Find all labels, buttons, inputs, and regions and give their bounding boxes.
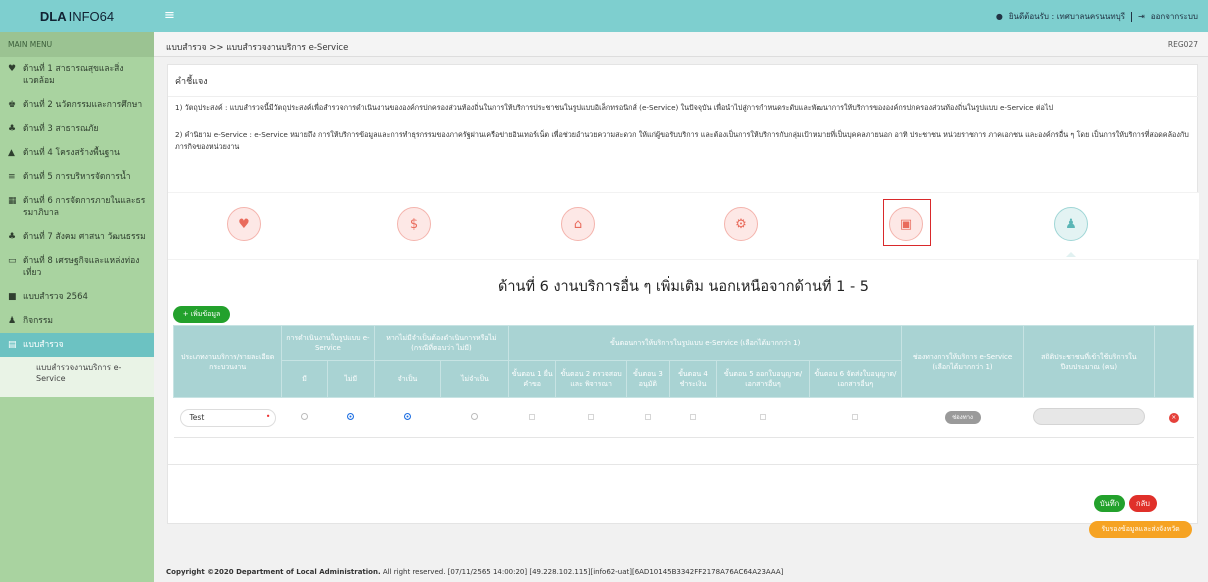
description-definition: 2) คำนิยาม e-Service : e-Service หมายถึง… [175,130,1189,151]
sidebar-item-survey[interactable]: ▤ แบบสำรวจ [0,333,154,357]
radio-no-need[interactable] [471,413,479,420]
save-button[interactable]: บันทึก [1094,495,1125,512]
user-area: ● ยินดีต้อนรับ : เทศบาลนครนนทบุรี ⇥ ออกจ… [996,10,1198,23]
step-person-icon[interactable]: ♟ [1054,207,1088,241]
col-step-1: ขั้นตอน 1 ยื่นคำขอ [508,360,557,398]
description-title: คำชี้แจง [175,77,208,87]
service-name-input[interactable]: Test • [179,408,276,427]
step-money-icon[interactable]: $ [397,207,431,241]
col-if-not: หากไม่มีจำเป็นต้องดำเนินการหรือไม่ (กรณี… [373,325,510,361]
radio-have[interactable] [301,413,309,420]
sidebar-item-7[interactable]: ♣ ด้านที่ 7 สังคม ศาสนา วัฒนธรรม [0,225,154,249]
description-objective: 1) วัตถุประสงค์ : แบบสำรวจนี้มีวัตถุประส… [168,96,1199,114]
step-settings-icon[interactable]: ⚙ [724,207,758,241]
sidebar-item-2[interactable]: ♚ ด้านที่ 2 นวัตกรรมและการศึกษา [0,93,154,117]
form-panel: คำชี้แจง 1) วัตถุประสงค์ : แบบสำรวจนี้มี… [167,64,1199,538]
sidebar-item-1[interactable]: ♥ ด้านที่ 1 สาธารณสุขและสิ่งแวดล้อม [0,57,154,93]
sidebar-item-6[interactable]: ▦ ด้านที่ 6 การจัดการภายในและธรรมาภิบาล [0,189,154,225]
app-logo[interactable]: DLA INFO64 [0,0,154,32]
sidebar-item-survey-2564[interactable]: ■ แบบสำรวจ 2564 [0,285,154,309]
step-health-icon[interactable]: ♥ [227,207,261,241]
col-step-6: ขั้นตอน 6 จัดส่งใบอนุญาต/เอกสารอื่นๆ [808,360,903,398]
col-no-need: ไม่จำเป็น [440,360,510,398]
stats-input[interactable] [1032,408,1145,425]
channel-button[interactable]: ช่องทาง [944,411,981,424]
eservice-table: ประเภทงานบริการ/รายละเอียดกระบวนงาน การด… [172,325,1195,438]
checkbox-step-4[interactable] [689,414,696,420]
welcome-text: ยินดีต้อนรับ : เทศบาลนครนนทบุรี [1008,12,1126,21]
radio-need[interactable] [403,413,411,420]
col-step-4: ขั้นตอน 4 ชำระเงิน [668,360,718,398]
divider [168,464,1199,465]
breadcrumb-bar: แบบสำรวจ >> แบบสำรวจงานบริการ e-Service … [154,32,1208,57]
breadcrumb: แบบสำรวจ >> แบบสำรวจงานบริการ e-Service [166,43,349,53]
governance-icon: ▦ [8,196,17,206]
category-steps: ♥ $ ⌂ ⚙ ▣ ♟ [168,192,1199,260]
sidebar-item-3[interactable]: ♣ ด้านที่ 3 สาธารณภัย [0,117,154,141]
col-step-5: ขั้นตอน 5 ออกใบอนุญาต/เอกสารอื่นๆ [716,360,810,398]
step-briefcase-icon[interactable]: ▣ [889,207,923,241]
add-data-button[interactable]: + เพิ่มข้อมูล [173,306,230,323]
checkbox-step-2[interactable] [588,414,595,420]
table-row: Test • ช่องทาง × [173,397,1194,438]
logout-icon[interactable]: ⇥ [1138,12,1145,21]
confirm-submit-button[interactable]: รับรองข้อมูลและส่งจังหวัด [1089,521,1192,538]
active-step-caret [1066,252,1076,257]
col-service-type: ประเภทงานบริการ/รายละเอียดกระบวนงาน [172,325,283,398]
checkbox-step-3[interactable] [644,414,651,420]
col-actions [1153,325,1195,398]
user-icon: ♟ [8,316,17,326]
checkbox-step-1[interactable] [529,414,536,420]
logout-link[interactable]: ออกจากระบบ [1151,10,1198,23]
menu-toggle-icon[interactable]: ≡ [164,8,175,23]
divider [1131,11,1133,22]
sidebar-item-5[interactable]: ≡ ด้านที่ 5 การบริหารจัดการน้ำ [0,165,154,189]
col-need: จำเป็น [373,360,442,398]
col-channel: ช่องทางการให้บริการ e-Service (เลือกได้ม… [901,325,1025,398]
disaster-icon: ♣ [8,124,17,134]
radio-not-have[interactable] [347,413,355,420]
col-stats: สถิติประชาชนที่เข้าใช้บริการในปีงบประมาณ… [1023,325,1155,398]
sidebar-subitem-eservice[interactable]: แบบสำรวจงานบริการ e-Service [0,357,154,397]
checkbox-step-5[interactable] [760,414,767,420]
heart-icon: ♥ [8,64,17,74]
sidebar-item-8[interactable]: ▭ ด้านที่ 8 เศรษฐกิจและแหล่งท่องเที่ยว [0,249,154,285]
top-bar: DLA INFO64 ≡ ● ยินดีต้อนรับ : เทศบาลนครนน… [0,0,1208,32]
delete-row-icon[interactable]: × [1168,413,1179,423]
sidebar-item-activity[interactable]: ♟ กิจกรรม [0,309,154,333]
survey-icon: ■ [8,292,17,302]
required-mark: • [265,411,271,421]
menu-header: MAIN MENU [0,32,154,57]
back-button[interactable]: กลับ [1129,495,1157,512]
sidebar: MAIN MENU ♥ ด้านที่ 1 สาธารณสุขและสิ่งแวด… [0,32,154,582]
economy-icon: ▭ [8,256,17,266]
section-title: ด้านที่ 6 งานบริการอื่น ๆ เพิ่มเติม นอกเ… [497,279,870,295]
footer: Copyright ©2020 Department of Local Admi… [166,568,784,576]
form-icon: ▤ [8,340,17,350]
col-step-3: ขั้นตอน 3 อนุมัติ [626,360,670,398]
col-steps: ขั้นตอนการให้บริการในรูปแบบ e-Service (เ… [508,325,903,361]
user-icon: ● [995,12,1003,21]
main-content: แบบสำรวจ >> แบบสำรวจงานบริการ e-Service … [154,32,1208,582]
page-code: REG027 [1167,40,1198,49]
education-icon: ♚ [8,100,17,110]
checkbox-step-6[interactable] [852,414,859,420]
water-icon: ≡ [8,172,16,182]
people-icon: ♣ [8,232,17,242]
col-operate: การดำเนินงานในรูปแบบ e-Service [281,325,375,361]
sidebar-item-4[interactable]: ▲ ด้านที่ 4 โครงสร้างพื้นฐาน [0,141,154,165]
road-icon: ▲ [8,148,15,158]
col-not-have: ไม่มี [326,360,375,398]
col-step-2: ขั้นตอน 2 ตรวจสอบและ พิจารณา [555,360,628,398]
step-home-icon[interactable]: ⌂ [561,207,595,241]
col-have: มี [281,360,328,398]
